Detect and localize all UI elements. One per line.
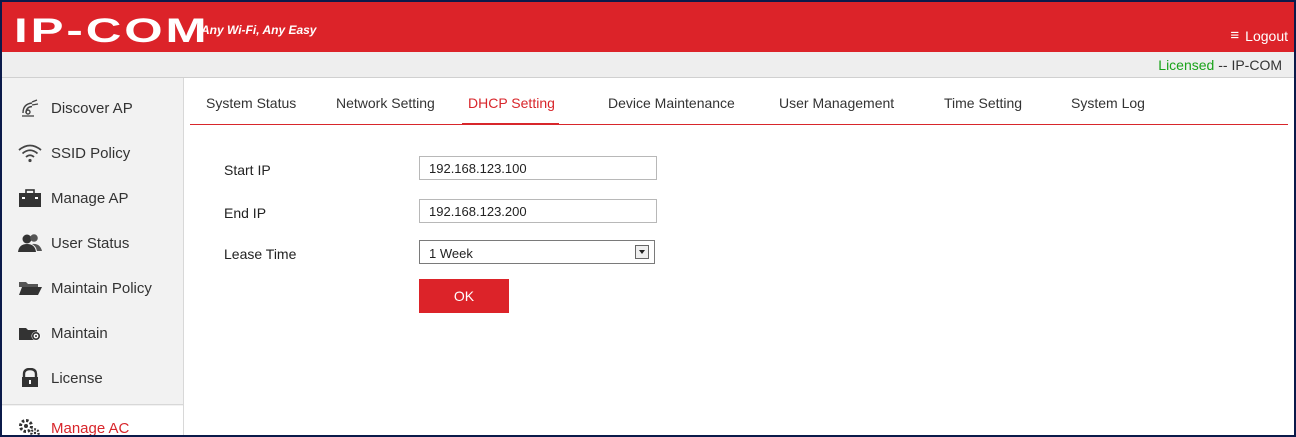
- tab-time-setting[interactable]: Time Setting: [944, 78, 1022, 124]
- tab-user-management[interactable]: User Management: [779, 78, 894, 124]
- sidebar: Discover AP SSID Policy Manage AP User S…: [2, 78, 184, 435]
- lock-icon: [18, 368, 42, 388]
- license-separator: --: [1214, 57, 1232, 73]
- brand-tagline: Any Wi-Fi, Any Easy: [201, 23, 317, 37]
- sidebar-item-label: Discover AP: [51, 99, 133, 117]
- lease-time-label: Lease Time: [224, 246, 297, 262]
- sidebar-item-label: User Status: [51, 234, 130, 252]
- license-bar: Licensed -- IP-COM: [2, 52, 1294, 78]
- sidebar-item-maintain-policy[interactable]: Maintain Policy: [2, 266, 183, 310]
- brand-logo: IP-COM: [14, 12, 210, 50]
- folder-icon: [18, 278, 42, 298]
- sidebar-item-label: Maintain Policy: [51, 279, 152, 297]
- sidebar-item-label: Manage AP: [51, 189, 129, 207]
- sidebar-divider: [2, 404, 183, 405]
- sidebar-item-discover-ap[interactable]: Discover AP: [2, 86, 183, 130]
- lease-time-value: 1 Week: [429, 246, 473, 261]
- sidebar-item-label: Manage AC: [51, 419, 130, 437]
- lease-time-select[interactable]: 1 Week: [419, 240, 655, 264]
- app-window: IP-COM Any Wi-Fi, Any Easy ≡ Logout Lice…: [0, 0, 1296, 437]
- sidebar-item-label: License: [51, 369, 103, 387]
- sidebar-item-license[interactable]: License: [2, 356, 183, 400]
- tab-device-maintenance[interactable]: Device Maintenance: [608, 78, 735, 124]
- start-ip-label: Start IP: [224, 162, 271, 178]
- license-status: Licensed -- IP-COM: [1158, 57, 1282, 73]
- radar-icon: [18, 98, 42, 118]
- sidebar-item-label: SSID Policy: [51, 144, 131, 162]
- chevron-down-icon[interactable]: [635, 245, 649, 259]
- users-icon: [18, 233, 42, 253]
- header-bar: IP-COM Any Wi-Fi, Any Easy ≡ Logout: [2, 2, 1294, 52]
- sidebar-item-manage-ap[interactable]: Manage AP: [2, 176, 183, 220]
- folder-gear-icon: [18, 323, 42, 343]
- tab-bar: System Status Network Setting DHCP Setti…: [184, 78, 1294, 125]
- sidebar-item-label: Maintain: [51, 324, 108, 342]
- tab-dhcp-setting[interactable]: DHCP Setting: [462, 78, 559, 125]
- wifi-icon: [18, 143, 42, 163]
- license-state: Licensed: [1158, 57, 1215, 73]
- gears-icon: [18, 418, 42, 435]
- end-ip-input[interactable]: [419, 199, 657, 223]
- logout-button[interactable]: ≡ Logout: [1230, 28, 1288, 44]
- license-vendor: IP-COM: [1231, 57, 1282, 73]
- tab-divider: [190, 124, 1288, 125]
- logout-label: Logout: [1245, 28, 1288, 44]
- briefcase-icon: [18, 188, 42, 208]
- end-ip-label: End IP: [224, 205, 267, 221]
- ok-button[interactable]: OK: [419, 279, 509, 313]
- tab-system-log[interactable]: System Log: [1071, 78, 1145, 124]
- tab-network-setting[interactable]: Network Setting: [336, 78, 435, 124]
- sidebar-item-user-status[interactable]: User Status: [2, 221, 183, 265]
- menu-icon: ≡: [1230, 27, 1240, 44]
- sidebar-item-maintain[interactable]: Maintain: [2, 311, 183, 355]
- tab-system-status[interactable]: System Status: [206, 78, 296, 124]
- start-ip-input[interactable]: [419, 156, 657, 180]
- sidebar-item-ssid-policy[interactable]: SSID Policy: [2, 131, 183, 175]
- sidebar-item-manage-ac[interactable]: Manage AC: [2, 406, 183, 437]
